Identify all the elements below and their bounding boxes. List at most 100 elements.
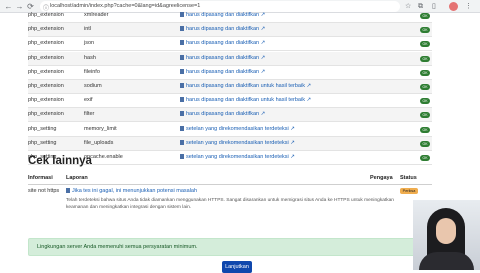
ok-badge: OK xyxy=(420,155,430,161)
document-icon xyxy=(66,188,70,193)
table-row: php_extension fileinfo harus dipasang dan … xyxy=(28,66,432,80)
document-icon xyxy=(180,154,184,159)
check-link-text: Jika tes ini gagal, ini menunjukkan pote… xyxy=(72,188,198,194)
back-arrow-icon[interactable]: ← xyxy=(4,2,13,11)
external-link-icon: ↗ xyxy=(288,125,295,132)
row-name: memory_limit xyxy=(84,125,117,132)
row-report-text: setelan yang direkomendasikan terdeteksi xyxy=(186,154,289,160)
ok-badge: OK xyxy=(420,27,430,34)
row-report-link[interactable]: harus dipasang dan diaktifkan ↗ xyxy=(180,26,265,32)
header-status: Status xyxy=(400,175,417,181)
document-icon xyxy=(180,68,184,74)
row-name: sodium xyxy=(84,83,102,89)
check-description: Telah terdeteksi bahwa situs Anda tidak … xyxy=(66,198,394,210)
row-report-link[interactable]: harus dipasang dan diaktifkan ↗ xyxy=(180,68,266,75)
table-row: php_extension xmlreader harus dipasang dan… xyxy=(28,9,432,23)
ok-badge: OK xyxy=(420,126,430,133)
row-report-text: harus dipasang dan diaktifkan xyxy=(186,12,260,18)
check-report-link[interactable]: Jika tes ini gagal, ini menunjukkan pote… xyxy=(66,188,197,194)
profile-avatar[interactable] xyxy=(449,2,458,11)
external-link-icon: ↗ xyxy=(259,26,266,33)
row-type: php_extension xyxy=(28,68,64,75)
table-row: php_extension exif harus dipasang dan diak… xyxy=(28,94,432,109)
row-type: php_extension xyxy=(28,12,64,18)
row-report-text: setelan yang direkomendasikan terdeteksi xyxy=(186,139,289,146)
row-report-link[interactable]: setelan yang direkomendasikan terdeteksi… xyxy=(180,139,295,146)
table-row: php_extension json harus dipasang dan diak… xyxy=(28,37,432,52)
document-icon xyxy=(180,97,184,103)
ok-badge: OK xyxy=(420,140,430,147)
table-row: php_extension intl harus dipasang dan diak… xyxy=(28,23,432,38)
row-name: hash xyxy=(84,54,96,61)
forward-arrow-icon[interactable]: → xyxy=(15,2,24,11)
row-report-link[interactable]: harus dipasang dan diaktifkan ↗ xyxy=(180,111,265,117)
document-icon xyxy=(180,139,184,145)
ok-badge: OK xyxy=(420,69,430,76)
check-name: site not https xyxy=(28,188,60,194)
external-link-icon: ↗ xyxy=(259,111,266,118)
table-row: php_extension filter harus dipasang dan di… xyxy=(28,108,432,123)
row-type: php_setting xyxy=(28,139,57,146)
external-link-icon: ↗ xyxy=(259,68,266,75)
document-icon xyxy=(180,54,184,60)
row-name: json xyxy=(84,40,95,47)
menu-kebab-icon[interactable]: ⋮ xyxy=(465,2,472,11)
external-link-icon: ↗ xyxy=(259,54,266,61)
row-report-text: harus dipasang dan diaktifkan untuk hasi… xyxy=(186,97,305,104)
row-report-link[interactable]: setelan yang direkomendasikan terdeteksi… xyxy=(180,125,295,132)
row-type: php_setting xyxy=(28,125,57,132)
row-type: php_extension xyxy=(28,97,64,104)
table-row: php_extension hash harus dipasang dan diak… xyxy=(28,51,432,66)
row-report-text: harus dipasang dan diaktifkan xyxy=(186,68,260,75)
table-divider xyxy=(28,184,432,185)
row-report-text: harus dipasang dan diaktifkan xyxy=(186,111,260,118)
status-badge: Periksa xyxy=(400,188,418,194)
external-link-icon: ↗ xyxy=(304,83,312,89)
row-type: php_extension xyxy=(28,111,64,118)
row-report-text: harus dipasang dan diaktifkan xyxy=(186,40,260,47)
row-name: file_uploads xyxy=(84,139,114,146)
other-checks-title: Cek lainnya xyxy=(28,155,92,167)
continue-button[interactable]: Lanjutkan xyxy=(222,261,252,273)
ok-badge: OK xyxy=(420,41,430,48)
header-info: Informasi xyxy=(28,175,53,181)
external-link-icon: ↗ xyxy=(288,154,295,160)
row-report-text: harus dipasang dan diaktifkan xyxy=(186,54,260,61)
external-link-icon: ↗ xyxy=(304,97,312,104)
ok-badge: OK xyxy=(420,98,430,105)
table-row: php_setting memory_limit setelan yang dire… xyxy=(28,123,432,137)
row-report-link[interactable]: harus dipasang dan diaktifkan untuk hasi… xyxy=(180,97,311,103)
row-report-link[interactable]: setelan yang direkomendasikan terdeteksi… xyxy=(180,154,295,160)
row-name: fileinfo xyxy=(84,68,100,75)
document-icon xyxy=(180,83,184,88)
ok-badge: OK xyxy=(420,112,430,119)
ok-badge: OK xyxy=(420,55,430,62)
table-row: php_extension sodium harus dipasang dan di… xyxy=(28,80,432,94)
ok-badge: OK xyxy=(420,13,430,19)
row-report-link[interactable]: harus dipasang dan diaktifkan ↗ xyxy=(180,40,265,46)
success-alert: Lingkungan server Anda memenuhi semua pe… xyxy=(28,238,432,256)
row-report-link[interactable]: harus dipasang dan diaktifkan ↗ xyxy=(180,54,266,61)
row-name: intl xyxy=(84,26,92,33)
row-name: exif xyxy=(84,97,93,104)
row-report-text: setelan yang direkomendasikan terdeteksi xyxy=(186,125,289,132)
row-report-link[interactable]: harus dipasang dan diaktifkan ↗ xyxy=(180,12,265,18)
row-type: php_extension xyxy=(28,54,64,61)
sidebar-icon[interactable]: ▯ xyxy=(432,2,436,11)
row-report-text: harus dipasang dan diaktifkan untuk hasi… xyxy=(186,83,305,89)
webcam-overlay xyxy=(413,200,480,270)
external-link-icon: ↗ xyxy=(259,40,266,47)
document-icon xyxy=(180,26,184,32)
row-type: php_extension xyxy=(28,26,64,33)
external-link-icon: ↗ xyxy=(259,12,266,18)
row-type: php_extension xyxy=(28,83,64,89)
row-name: xmlreader xyxy=(84,12,109,18)
table-row: php_setting file_uploads setelan yang dire… xyxy=(28,136,432,151)
document-icon xyxy=(180,12,184,17)
ok-badge: OK xyxy=(420,84,430,90)
row-report-link[interactable]: harus dipasang dan diaktifkan untuk hasi… xyxy=(180,83,311,89)
row-report-text: harus dipasang dan diaktifkan xyxy=(186,26,260,33)
row-type: php_extension xyxy=(28,40,64,47)
document-icon xyxy=(180,40,184,46)
document-icon xyxy=(180,125,184,131)
